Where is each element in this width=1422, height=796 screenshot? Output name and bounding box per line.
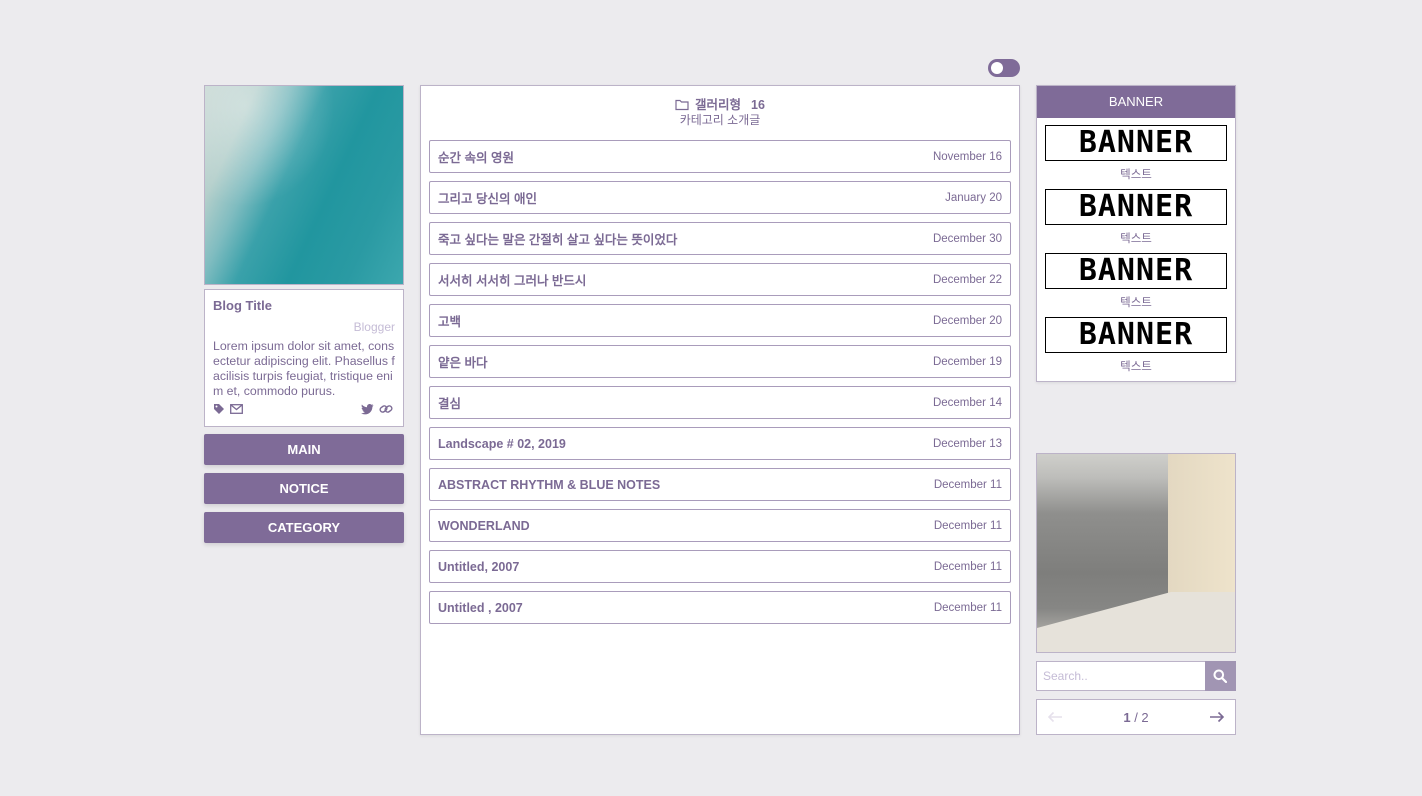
link-icon[interactable]: [379, 403, 393, 415]
blog-title: Blog Title: [213, 298, 395, 313]
banner-caption[interactable]: 텍스트: [1037, 230, 1235, 246]
toggle-knob: [991, 62, 1003, 74]
banner-item: BANNER 텍스트: [1037, 310, 1235, 374]
banner-caption[interactable]: 텍스트: [1037, 294, 1235, 310]
search-input[interactable]: [1036, 661, 1206, 691]
post-date: January 20: [945, 192, 1002, 204]
post-item[interactable]: 그리고 당신의 애인 January 20: [429, 181, 1011, 214]
post-item[interactable]: 고백 December 20: [429, 304, 1011, 337]
post-title: WONDERLAND: [438, 519, 530, 533]
blog-description: Lorem ipsum dolor sit amet, consectetur …: [213, 339, 395, 399]
banner-image[interactable]: BANNER: [1045, 253, 1227, 289]
sidebar-photo: [1036, 453, 1236, 653]
post-item[interactable]: 순간 속의 영원 November 16: [429, 140, 1011, 173]
right-sidebar: BANNER BANNER 텍스트 BANNER 텍스트 BANNER 텍스트 BAN…: [1036, 85, 1236, 382]
banner-caption[interactable]: 텍스트: [1037, 166, 1235, 182]
mail-icon[interactable]: [230, 403, 243, 415]
pagination: 1 / 2: [1036, 699, 1236, 735]
post-title: Untitled, 2007: [438, 560, 519, 574]
banner-item: BANNER 텍스트: [1037, 182, 1235, 246]
nav-main-button[interactable]: MAIN: [204, 434, 404, 465]
post-date: December 11: [934, 561, 1002, 573]
left-sidebar: Blog Title Blogger Lorem ipsum dolor sit…: [204, 85, 404, 543]
post-title: ABSTRACT RHYTHM & BLUE NOTES: [438, 478, 660, 492]
search-box: [1036, 661, 1236, 691]
post-title: 죽고 싶다는 말은 간절히 살고 싶다는 뜻이었다: [438, 229, 677, 248]
post-date: December 30: [933, 233, 1002, 245]
post-item[interactable]: Untitled , 2007 December 11: [429, 591, 1011, 624]
post-title: 서서히 서서히 그러나 반드시: [438, 270, 586, 289]
post-title: 결심: [438, 393, 461, 412]
post-title: 고백: [438, 311, 461, 330]
post-date: December 22: [933, 274, 1002, 286]
post-item[interactable]: WONDERLAND December 11: [429, 509, 1011, 542]
post-item[interactable]: 서서히 서서히 그러나 반드시 December 22: [429, 263, 1011, 296]
post-title: 그리고 당신의 애인: [438, 188, 537, 207]
category-description: 카테고리 소개글: [421, 111, 1019, 131]
category-name: 갤러리형: [695, 98, 741, 112]
post-item[interactable]: Untitled, 2007 December 11: [429, 550, 1011, 583]
folder-icon: [675, 99, 689, 111]
banner-image[interactable]: BANNER: [1045, 125, 1227, 161]
category-count: 16: [751, 98, 765, 112]
post-date: December 11: [934, 602, 1002, 614]
banner-box: BANNER BANNER 텍스트 BANNER 텍스트 BANNER 텍스트 BAN…: [1036, 85, 1236, 382]
banner-image[interactable]: BANNER: [1045, 317, 1227, 353]
nav-category-button[interactable]: CATEGORY: [204, 512, 404, 543]
post-title: 순간 속의 영원: [438, 147, 514, 166]
tag-icon[interactable]: [213, 403, 225, 415]
banner-header: BANNER: [1037, 86, 1235, 118]
post-title: Landscape # 02, 2019: [438, 437, 566, 451]
post-date: December 20: [933, 315, 1002, 327]
post-date: December 14: [933, 397, 1002, 409]
arrow-right-icon[interactable]: [1209, 711, 1225, 723]
photo-floor: [1037, 592, 1236, 652]
post-list: 순간 속의 영원 November 16 그리고 당신의 애인 January 20…: [429, 140, 1011, 632]
category-header: 갤러리형 16: [421, 86, 1019, 110]
banner-image[interactable]: BANNER: [1045, 189, 1227, 225]
nav-notice-button[interactable]: NOTICE: [204, 473, 404, 504]
twitter-icon[interactable]: [361, 403, 374, 415]
post-date: December 13: [933, 438, 1002, 450]
post-item[interactable]: ABSTRACT RHYTHM & BLUE NOTES December 11: [429, 468, 1011, 501]
search-button[interactable]: [1205, 661, 1236, 691]
post-date: December 11: [934, 479, 1002, 491]
post-title: Untitled , 2007: [438, 601, 523, 615]
post-title: 얕은 바다: [438, 352, 487, 371]
post-list-panel: 갤러리형 16 카테고리 소개글 순간 속의 영원 November 16 그리고 …: [420, 85, 1020, 735]
banner-item: BANNER 텍스트: [1037, 118, 1235, 182]
photo-wall: [1168, 454, 1235, 614]
theme-toggle[interactable]: [988, 59, 1020, 77]
banner-item: BANNER 텍스트: [1037, 246, 1235, 310]
post-date: December 19: [933, 356, 1002, 368]
total-pages: / 2: [1131, 710, 1149, 725]
post-date: December 11: [934, 520, 1002, 532]
blogger-name: Blogger: [213, 320, 395, 334]
post-item[interactable]: Landscape # 02, 2019 December 13: [429, 427, 1011, 460]
profile-card: Blog Title Blogger Lorem ipsum dolor sit…: [204, 289, 404, 427]
search-icon: [1213, 669, 1227, 683]
post-item[interactable]: 얕은 바다 December 19: [429, 345, 1011, 378]
post-date: November 16: [933, 151, 1002, 163]
page-indicator: 1 / 2: [1037, 710, 1235, 725]
post-item[interactable]: 죽고 싶다는 말은 간절히 살고 싶다는 뜻이었다 December 30: [429, 222, 1011, 255]
banner-caption[interactable]: 텍스트: [1037, 358, 1235, 374]
profile-image: [204, 85, 404, 285]
current-page: 1: [1123, 710, 1130, 725]
post-item[interactable]: 결심 December 14: [429, 386, 1011, 419]
profile-icons: [213, 403, 395, 417]
